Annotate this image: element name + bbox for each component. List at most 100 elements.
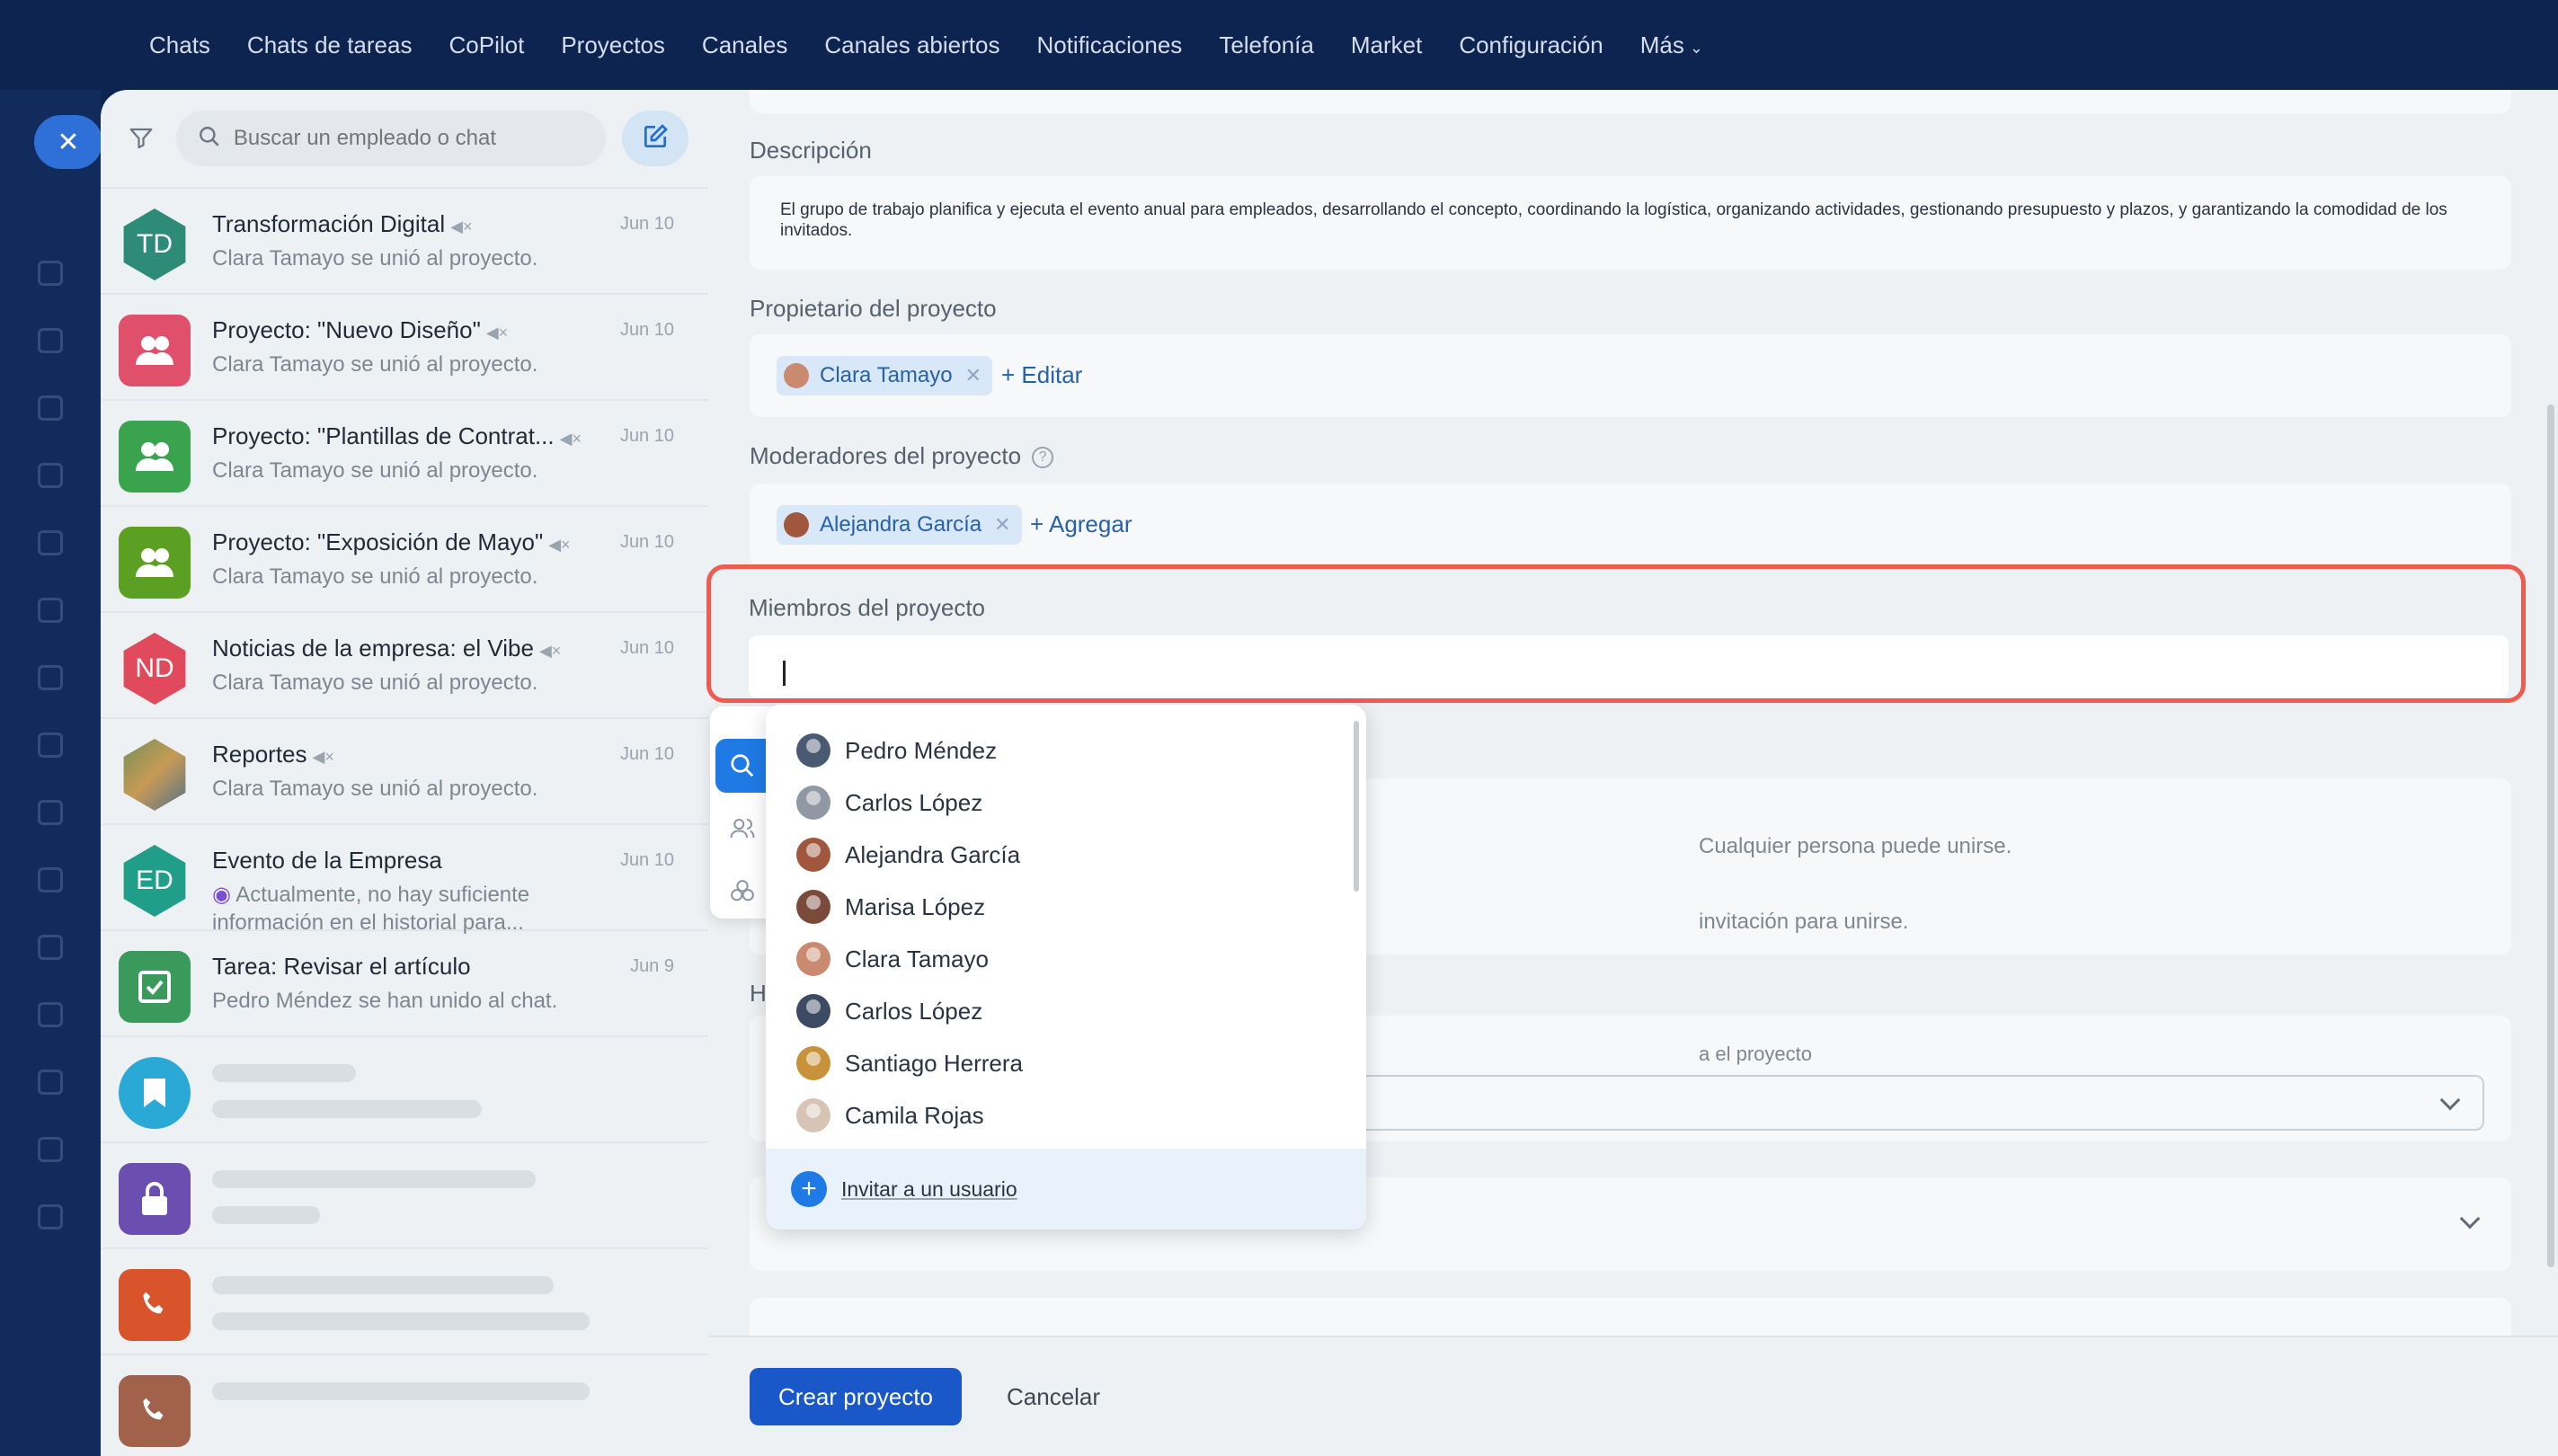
avatar [119, 421, 191, 493]
tab-search[interactable] [715, 739, 769, 793]
rail-icon[interactable] [38, 598, 63, 623]
tab-employees[interactable] [715, 802, 769, 856]
nav-copilot[interactable]: CoPilot [449, 31, 524, 59]
owner-field: Clara Tamayo ✕ + Editar [750, 334, 2511, 417]
chat-item[interactable]: Reportes ◀× Jun 10 Clara Tamayo se unió a… [101, 719, 708, 825]
blurred-text [212, 1276, 554, 1294]
chat-item[interactable]: ND Noticias de la empresa: el Vibe ◀× Jun… [101, 613, 708, 719]
person-option[interactable]: Marisa López [796, 884, 1318, 929]
description-field[interactable]: El grupo de trabajo planifica y ejecuta … [750, 176, 2511, 270]
invite-user-link[interactable]: Invitar a un usuario [841, 1177, 1017, 1202]
moderator-chip[interactable]: Alejandra García ✕ [777, 505, 1022, 545]
nav-projects[interactable]: Proyectos [561, 31, 665, 59]
owner-chip[interactable]: Clara Tamayo ✕ [777, 356, 993, 395]
chat-item[interactable]: Proyecto: "Nuevo Diseño" ◀× Jun 10 Clara … [101, 295, 708, 401]
person-option[interactable]: Camila Rojas [796, 1093, 1318, 1138]
scrollbar[interactable] [1354, 721, 1359, 892]
nav-market[interactable]: Market [1351, 31, 1422, 59]
remove-icon[interactable]: ✕ [965, 364, 981, 387]
chat-title-text: Reportes [212, 741, 307, 768]
rail-icon[interactable] [38, 935, 63, 960]
rail-icon[interactable] [38, 1137, 63, 1162]
create-project-button[interactable]: Crear proyecto [750, 1368, 962, 1425]
person-option[interactable]: Santiago Herrera [796, 1041, 1318, 1086]
remove-icon[interactable]: ✕ [994, 513, 1010, 537]
nav-channels[interactable]: Canales [702, 31, 787, 59]
search-icon [198, 125, 221, 153]
group-icon [136, 442, 173, 471]
rail-icon[interactable] [38, 530, 63, 555]
top-navigation: Chats Chats de tareas CoPilot Proyectos … [0, 0, 2558, 90]
person-option[interactable]: Carlos López [796, 989, 1318, 1034]
help-icon[interactable]: ? [1032, 447, 1054, 469]
nav-notifications[interactable]: Notificaciones [1036, 31, 1182, 59]
rail-icon[interactable] [38, 1002, 63, 1027]
nav-open-channels[interactable]: Canales abiertos [824, 31, 999, 59]
muted-icon: ◀× [485, 324, 509, 342]
chat-item-blurred[interactable] [101, 1249, 708, 1355]
chat-item-blurred[interactable] [101, 1355, 708, 1456]
close-panel-button[interactable]: ✕ [34, 115, 102, 169]
nav-chats[interactable]: Chats [149, 31, 210, 59]
muted-icon: ◀× [312, 748, 334, 766]
rail-icon[interactable] [38, 1070, 63, 1095]
rail-icon[interactable] [38, 867, 63, 892]
rail-icon[interactable] [38, 463, 63, 488]
rail-icon[interactable] [38, 732, 63, 758]
chat-title: Proyecto: "Exposición de Mayo" ◀× [212, 528, 571, 556]
chat-title: Tarea: Revisar el artículo [212, 953, 471, 981]
muted-icon: ◀× [450, 218, 473, 235]
rail-icon[interactable] [38, 800, 63, 825]
avatar [796, 1046, 830, 1080]
person-option[interactable]: Clara Tamayo [796, 937, 1318, 981]
filter-icon[interactable] [120, 118, 162, 159]
person-name: Alejandra García [845, 840, 1021, 868]
person-option[interactable]: Pedro Méndez [796, 728, 1318, 773]
person-option[interactable]: Alejandra García [796, 832, 1318, 877]
chat-search-input[interactable] [233, 126, 584, 151]
edit-owner-link[interactable]: + Editar [1001, 361, 1082, 389]
chat-item[interactable]: Tarea: Revisar el artículo Jun 9 Pedro M… [101, 931, 708, 1037]
chat-search-row [101, 90, 708, 189]
avatar [119, 951, 191, 1023]
cancel-button[interactable]: Cancelar [1007, 1368, 1100, 1425]
rail-icon[interactable] [38, 261, 63, 286]
blurred-text [212, 1382, 590, 1400]
chat-item[interactable]: Proyecto: "Plantillas de Contrat... ◀× Ju… [101, 401, 708, 507]
tab-groups[interactable] [715, 865, 769, 919]
member-selector-popup: Pedro Méndez Carlos López Alejandra Garc… [766, 705, 1366, 1230]
members-input[interactable] [749, 635, 2509, 698]
chat-date: Jun 10 [619, 320, 674, 340]
project-type-select[interactable] [1275, 1075, 2484, 1131]
person-option[interactable]: Carlos López [796, 780, 1318, 825]
new-chat-button[interactable] [622, 111, 689, 166]
nav-more[interactable]: Más ⌄ [1640, 31, 1703, 59]
muted-icon: ◀× [548, 536, 571, 554]
rail-icon[interactable] [38, 395, 63, 421]
chat-title-text: Transformación Digital [212, 210, 446, 237]
chat-preview: Clara Tamayo se unió al proyecto. [212, 352, 538, 377]
page-scrollbar[interactable] [2547, 404, 2554, 1267]
chat-preview: ◉ Actualmente, no hay suficiente informa… [212, 881, 608, 937]
rail-icon[interactable] [38, 665, 63, 690]
invite-user-row[interactable]: + Invitar a un usuario [766, 1149, 1366, 1230]
rail-icon[interactable] [38, 1204, 63, 1230]
person-name: Camila Rojas [845, 1101, 984, 1129]
task-check-icon [138, 971, 171, 1003]
chat-item-blurred[interactable] [101, 1143, 708, 1249]
chat-item[interactable]: ED Evento de la Empresa Jun 10 ◉ Actualm… [101, 825, 708, 935]
chat-title: Reportes ◀× [212, 741, 334, 768]
chat-preview: Clara Tamayo se unió al proyecto. [212, 246, 538, 271]
chat-item-blurred[interactable] [101, 1037, 708, 1143]
chat-item[interactable]: Proyecto: "Exposición de Mayo" ◀× Jun 10 … [101, 507, 708, 613]
avatar [119, 315, 191, 386]
add-moderator-link[interactable]: + Agregar [1030, 510, 1132, 538]
person-name: Marisa López [845, 892, 986, 920]
chat-search-box[interactable] [175, 111, 607, 166]
nav-telephony[interactable]: Telefonía [1219, 31, 1314, 59]
avatar [796, 1098, 830, 1132]
nav-settings[interactable]: Configuración [1459, 31, 1603, 59]
chat-item[interactable]: TD Transformación Digital ◀× Jun 10 Clara… [101, 189, 708, 295]
nav-task-chats[interactable]: Chats de tareas [247, 31, 413, 59]
rail-icon[interactable] [38, 328, 63, 353]
